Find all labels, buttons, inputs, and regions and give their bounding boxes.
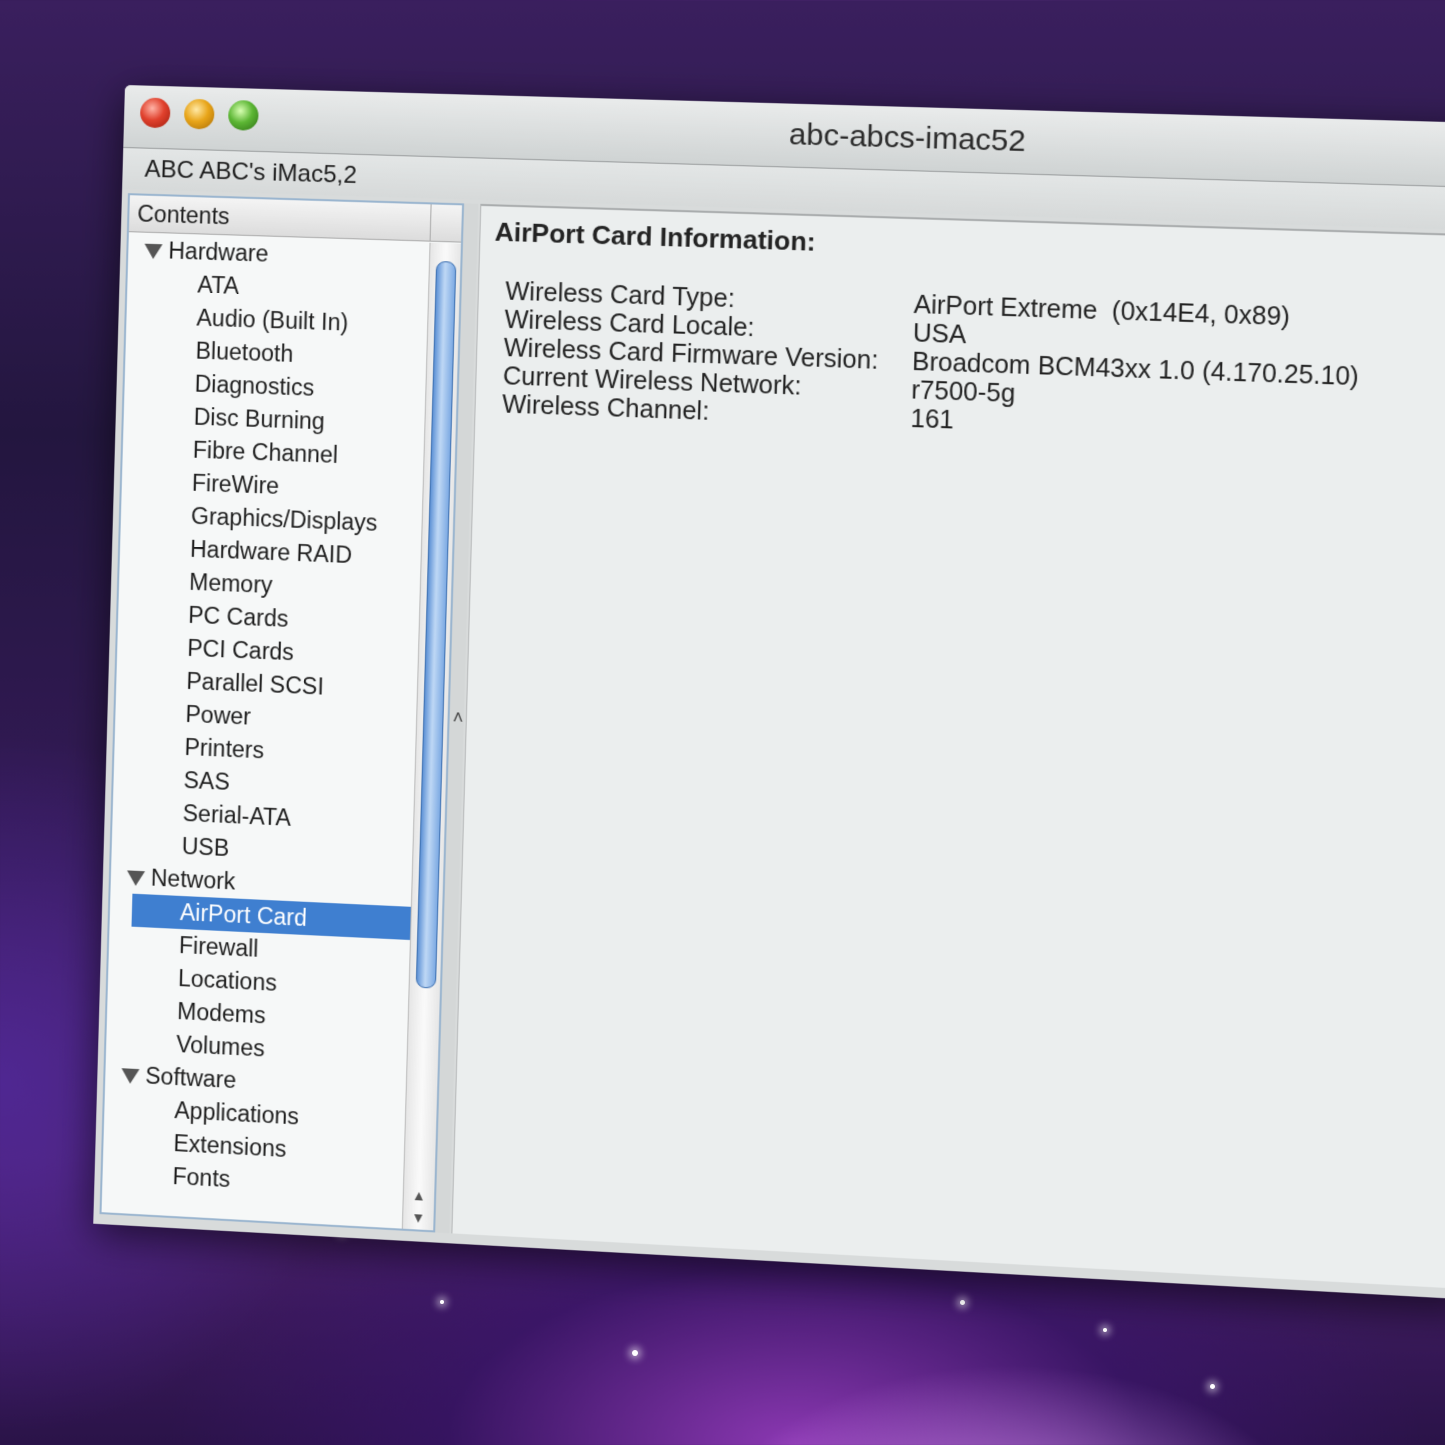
tree-item-label: AirPort Card bbox=[179, 898, 308, 932]
desktop-star bbox=[1210, 1384, 1215, 1389]
machine-name: ABC ABC's iMac5,2 bbox=[144, 155, 358, 190]
detail-pane: AirPort Card Information: Wireless Card … bbox=[451, 203, 1445, 1290]
system-profiler-window: abc-abcs-imac52 ABC ABC's iMac5,2 Conten… bbox=[93, 85, 1445, 1300]
group-label: Software bbox=[144, 1062, 237, 1094]
group-label: Hardware bbox=[168, 237, 269, 267]
info-value: 161 bbox=[910, 404, 955, 435]
group-label: Network bbox=[150, 864, 236, 895]
desktop-star bbox=[1103, 1328, 1107, 1332]
detail-title: AirPort Card Information: bbox=[494, 216, 817, 257]
desktop-star bbox=[960, 1300, 965, 1305]
contents-tree: Hardware ATA Audio (Built In) Bluetooth … bbox=[102, 233, 431, 1229]
disclosure-triangle-icon[interactable] bbox=[121, 1068, 140, 1085]
info-value: USA bbox=[912, 319, 967, 350]
desktop-star bbox=[440, 1300, 444, 1304]
disclosure-triangle-icon[interactable] bbox=[144, 244, 163, 260]
disclosure-triangle-icon[interactable] bbox=[126, 870, 146, 887]
desktop-star bbox=[632, 1350, 638, 1356]
divider-grip-icon: ˄ bbox=[452, 707, 464, 728]
info-value: r7500-5g bbox=[910, 376, 1016, 409]
scroll-up-arrow-icon[interactable]: ▲ bbox=[404, 1186, 435, 1204]
scroll-down-arrow-icon[interactable]: ▼ bbox=[403, 1209, 434, 1227]
content-area: Contents Hardware ATA Audio (Built In) B… bbox=[93, 188, 1445, 1300]
contents-sidebar: Contents Hardware ATA Audio (Built In) B… bbox=[99, 193, 465, 1233]
airport-info-table: Wireless Card Type: AirPort Extreme (0x14… bbox=[502, 277, 1361, 449]
